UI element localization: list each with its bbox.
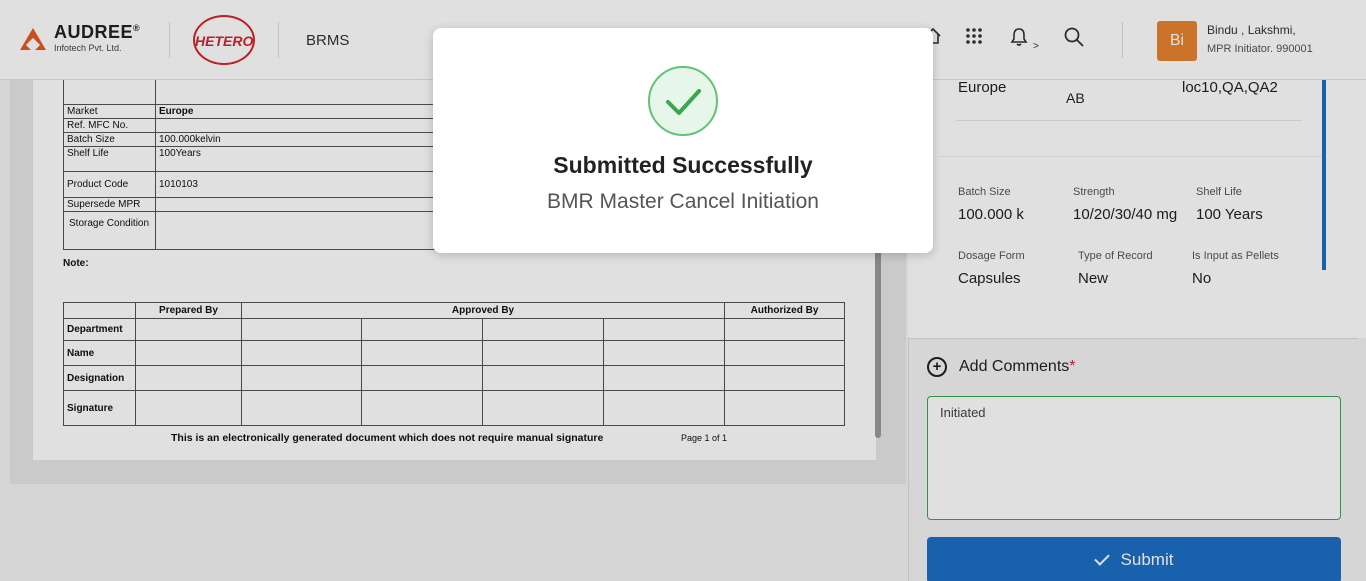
success-check-icon bbox=[648, 66, 718, 136]
modal-subtitle: BMR Master Cancel Initiation bbox=[547, 190, 819, 213]
modal-title: Submitted Successfully bbox=[553, 152, 813, 178]
success-modal: Submitted Successfully BMR Master Cancel… bbox=[433, 28, 933, 253]
